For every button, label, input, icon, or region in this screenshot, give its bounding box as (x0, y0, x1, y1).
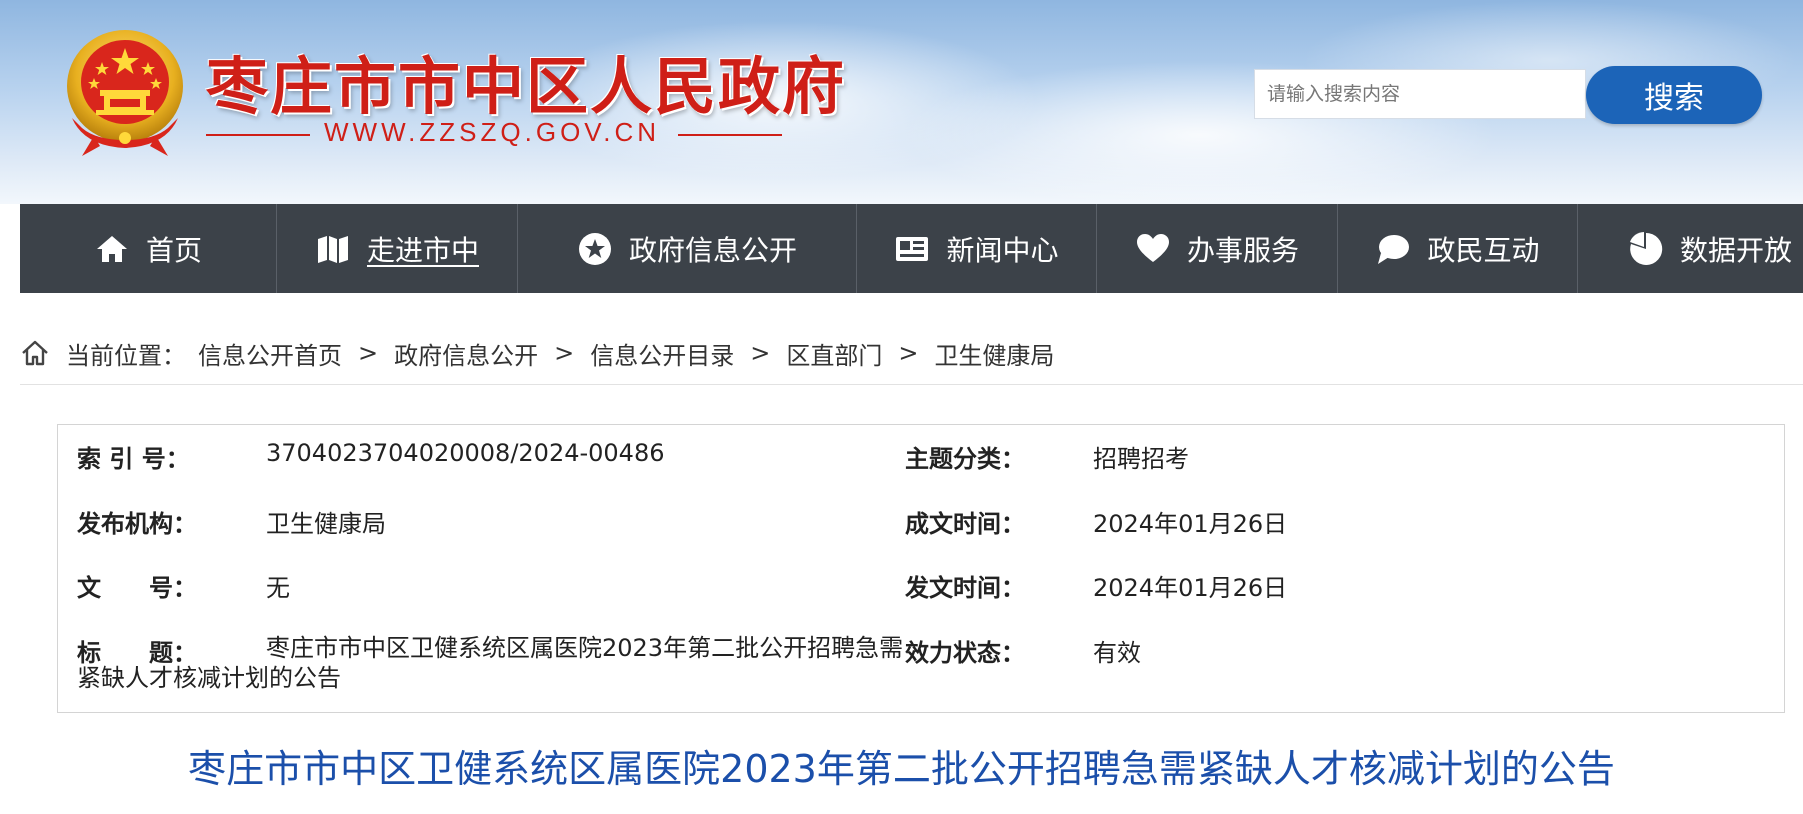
url-decor-line-right (678, 134, 782, 136)
index-no-value: 3704023704020008/2024-00486 (266, 439, 665, 467)
nav-label: 政民互动 (1427, 233, 1540, 267)
site-url: WWW.ZZSZQ.GOV.CN (324, 117, 661, 147)
breadcrumb-link-health-bureau[interactable]: 卫生健康局 (934, 336, 1054, 371)
nav-label: 新闻中心 (946, 233, 1059, 267)
topic-value: 招聘招考 (1093, 445, 1189, 473)
nav-item-services[interactable]: 办事服务 (1097, 204, 1338, 293)
document-info-table: 索 引 号： 3704023704020008/2024-00486 主题分类：… (57, 424, 1785, 713)
nav-item-open-data[interactable]: 数据开放 (1578, 204, 1803, 293)
nav-item-gov-info[interactable]: 政府信息公开 (518, 204, 857, 293)
status-label: 效力状态： (905, 639, 1025, 667)
info-row-doc-no: 文 号： 无 发文时间： 2024年01月26日 (58, 568, 1784, 608)
home-outline-icon (20, 338, 50, 368)
written-date-label: 成文时间： (905, 510, 1025, 538)
nav-label: 首页 (145, 233, 202, 267)
status-value: 有效 (1093, 639, 1141, 667)
nav-item-interaction[interactable]: 政民互动 (1338, 204, 1578, 293)
nav-item-about[interactable]: 走进市中 (277, 204, 518, 293)
heart-hand-icon (1135, 231, 1171, 267)
main-nav: 首页 走进市中 政府信息公开 新闻中心 办事服务 政民互动 数据开放 (20, 204, 1803, 293)
national-emblem-icon[interactable] (64, 26, 186, 158)
article-title: 枣庄市市中区卫健系统区属医院2023年第二批公开招聘急需紧缺人才核减计划的公告 (188, 747, 1615, 791)
breadcrumb-separator: > (358, 339, 379, 367)
doc-no-label: 文 号： (77, 574, 197, 602)
site-title[interactable]: 枣庄市市中区人民政府 (206, 36, 846, 126)
info-row-index: 索 引 号： 3704023704020008/2024-00486 主题分类：… (58, 439, 1784, 479)
info-row-title: 标 题： 枣庄市市中区卫健系统区属医院2023年第二批公开招聘急需紧缺人才核减计… (58, 633, 1784, 703)
breadcrumb-link-info-home[interactable]: 信息公开首页 (198, 336, 342, 371)
chat-bubble-icon (1375, 231, 1411, 267)
written-date-value: 2024年01月26日 (1093, 510, 1288, 538)
pie-chart-icon (1628, 231, 1664, 267)
title-value: 枣庄市市中区卫健系统区属医院2023年第二批公开招聘急需紧缺人才核减计划的公告 (77, 634, 904, 692)
breadcrumb-link-catalog[interactable]: 信息公开目录 (590, 336, 734, 371)
index-no-label: 索 引 号： (77, 445, 190, 473)
breadcrumb-link-departments[interactable]: 区直部门 (786, 336, 882, 371)
topic-label: 主题分类： (905, 445, 1025, 473)
nav-label: 政府信息公开 (628, 233, 797, 267)
breadcrumb-divider (20, 384, 1803, 385)
breadcrumb: 当前位置： 信息公开首页 > 政府信息公开 > 信息公开目录 > 区直部门 > … (20, 330, 1803, 376)
breadcrumb-separator: > (898, 339, 919, 367)
nav-label: 走进市中 (366, 233, 479, 267)
breadcrumb-link-gov-info[interactable]: 政府信息公开 (394, 336, 538, 371)
issue-date-value: 2024年01月26日 (1093, 574, 1288, 602)
nav-label: 数据开放 (1680, 233, 1793, 267)
doc-no-value: 无 (266, 574, 290, 602)
breadcrumb-separator: > (750, 339, 771, 367)
search-input[interactable] (1254, 69, 1586, 119)
nav-item-news[interactable]: 新闻中心 (857, 204, 1097, 293)
issue-date-label: 发文时间： (905, 574, 1025, 602)
publisher-value: 卫生健康局 (266, 510, 386, 538)
site-url-row: WWW.ZZSZQ.GOV.CN (206, 117, 782, 149)
publisher-label: 发布机构： (77, 510, 197, 538)
search-button[interactable]: 搜索 (1586, 66, 1762, 124)
site-header: 枣庄市市中区人民政府 WWW.ZZSZQ.GOV.CN 搜索 (0, 0, 1803, 204)
breadcrumb-prefix: 当前位置： (66, 341, 186, 370)
url-decor-line-left (206, 134, 310, 136)
nav-label: 办事服务 (1186, 233, 1299, 267)
map-icon (315, 231, 351, 267)
info-row-publisher: 发布机构： 卫生健康局 成文时间： 2024年01月26日 (58, 504, 1784, 544)
home-icon (94, 231, 130, 267)
breadcrumb-separator: > (554, 339, 575, 367)
star-badge-icon (577, 231, 613, 267)
news-card-icon (894, 231, 930, 267)
nav-item-home[interactable]: 首页 (20, 204, 277, 293)
